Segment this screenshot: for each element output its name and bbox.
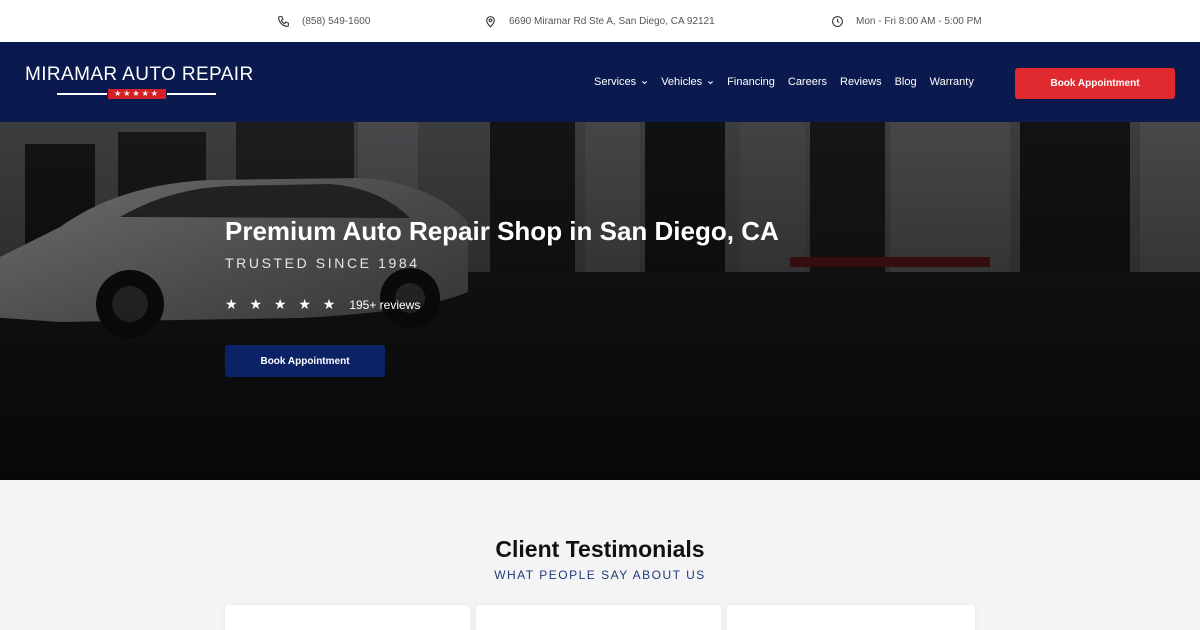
testimonial-card [727, 605, 975, 630]
testimonial-card [476, 605, 721, 630]
nav-menu: Services Vehicles Financing Careers Revi… [594, 42, 974, 122]
chevron-down-icon [708, 80, 714, 84]
hero-subtitle: TRUSTED SINCE 1984 [225, 255, 420, 271]
nav-item-services[interactable]: Services [594, 76, 648, 88]
book-appointment-nav-button[interactable]: Book Appointment [1015, 68, 1175, 99]
map-pin-icon [486, 15, 495, 28]
logo-line-right [167, 93, 216, 95]
nav-item-reviews[interactable]: Reviews [840, 76, 882, 88]
logo-stars: ★★★★★ [108, 89, 166, 99]
address-info[interactable]: 6690 Miramar Rd Ste A, San Diego, CA 921… [484, 0, 715, 42]
nav-item-label: Services [594, 76, 637, 88]
top-info-bar: (858) 549-1600 6690 Miramar Rd Ste A, Sa… [0, 0, 1200, 42]
nav-item-label: Careers [787, 76, 827, 88]
address-text[interactable]: 6690 Miramar Rd Ste A, San Diego, CA 921… [509, 16, 715, 27]
book-appointment-hero-button[interactable]: Book Appointment [225, 345, 385, 377]
review-count: 195+ reviews [349, 297, 421, 312]
nav-item-blog[interactable]: Blog [895, 76, 917, 88]
phone-number[interactable]: (858) 549-1600 [302, 16, 370, 27]
hero-section: Premium Auto Repair Shop in San Diego, C… [0, 122, 1200, 480]
nav-item-vehicles[interactable]: Vehicles [661, 76, 714, 88]
hero-background-image [0, 122, 1200, 480]
nav-item-financing[interactable]: Financing [727, 76, 775, 88]
hero-rating: ★ ★ ★ ★ ★ 195+ reviews [225, 296, 420, 313]
nav-item-label: Reviews [840, 76, 882, 88]
nav-item-label: Financing [727, 76, 775, 88]
testimonial-card [225, 605, 470, 630]
logo-line-left [57, 93, 107, 95]
star-rating-icons: ★ ★ ★ ★ ★ [225, 296, 340, 312]
testimonials-title: Client Testimonials [495, 536, 705, 562]
site-logo[interactable]: MIRAMAR AUTO REPAIR ★★★★★ [25, 64, 257, 104]
nav-item-label: Warranty [929, 76, 974, 88]
nav-item-label: Vehicles [661, 76, 703, 88]
phone-icon [278, 15, 289, 27]
hours-info: Mon - Fri 8:00 AM - 5:00 PM [831, 0, 982, 42]
clock-icon [832, 15, 843, 27]
nav-item-careers[interactable]: Careers [788, 76, 827, 88]
logo-text: MIRAMAR AUTO REPAIR [25, 64, 254, 85]
chevron-down-icon [642, 80, 648, 84]
phone-info[interactable]: (858) 549-1600 [277, 0, 370, 42]
nav-item-warranty[interactable]: Warranty [930, 76, 974, 88]
nav-item-label: Blog [894, 76, 917, 88]
testimonials-subtitle: WHAT PEOPLE SAY ABOUT US [494, 568, 706, 582]
hero-title: Premium Auto Repair Shop in San Diego, C… [225, 216, 779, 246]
testimonials-section: Client Testimonials WHAT PEOPLE SAY ABOU… [0, 480, 1200, 630]
hours-text: Mon - Fri 8:00 AM - 5:00 PM [856, 15, 982, 27]
